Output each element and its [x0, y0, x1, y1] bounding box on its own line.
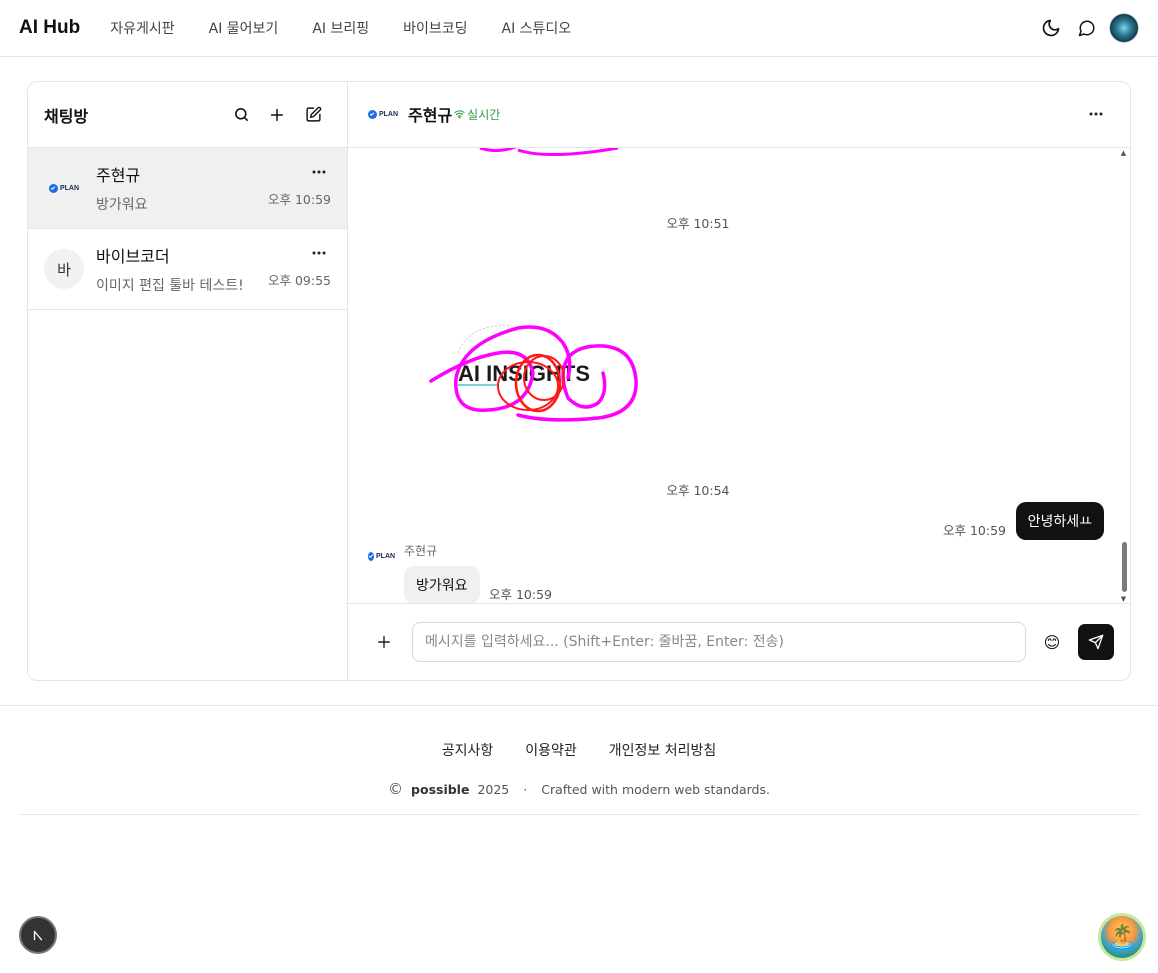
more-horizontal-icon — [1089, 112, 1103, 116]
moon-icon — [1042, 19, 1060, 37]
add-room-button[interactable] — [259, 97, 295, 133]
live-status: 실시간 — [454, 106, 500, 123]
floating-action-button[interactable] — [19, 916, 57, 954]
check-icon — [367, 109, 377, 119]
edit-icon — [305, 106, 321, 122]
copyright-symbol: © — [388, 780, 404, 798]
footer-tagline: Crafted with modern web standards. — [541, 781, 770, 797]
timestamp-divider: 오후 10:54 — [666, 482, 730, 498]
chat-more-button[interactable] — [1078, 96, 1114, 132]
room-avatar-plan: PLAN — [44, 168, 84, 208]
send-icon — [1088, 634, 1104, 650]
chat-area: PLAN 주현규 실시간 오후 10:51 AI INSIGHTS 오후 10:… — [348, 82, 1130, 680]
plan-logo-text: PLAN — [378, 110, 399, 118]
sidebar-header: 채팅방 — [28, 82, 347, 148]
footer-link-terms[interactable]: 이용약관 — [525, 740, 577, 760]
room-time: 오후 09:55 — [268, 273, 331, 288]
sketch-image-partial[interactable] — [468, 147, 628, 160]
plan-logo: PLAN — [48, 183, 80, 193]
live-status-label: 실시간 — [467, 107, 501, 122]
chat-button[interactable] — [1069, 10, 1105, 46]
chat-bubble-icon — [1078, 20, 1095, 37]
outgoing-message: 안녕하세ㅛ — [1015, 501, 1104, 540]
plan-logo: PLAN — [368, 551, 396, 561]
company-name: possible — [411, 781, 470, 797]
nav-actions — [1033, 10, 1139, 46]
scroll-up-arrow-icon[interactable]: ▲ — [1120, 149, 1127, 157]
room-more-button[interactable] — [305, 162, 333, 182]
nav-link-free-board[interactable]: 자유게시판 — [110, 18, 174, 38]
outgoing-time: 오후 10:59 — [943, 522, 1006, 538]
palm-island-icon: 🏝️ — [1107, 923, 1137, 951]
chat-panel: 채팅방 PLAN 주현규 방가워요 오후 10:59 바 바이브코더 이미지 편… — [27, 81, 1131, 681]
footer-copyright: © possible 2025 · Crafted with modern we… — [0, 780, 1158, 798]
arrow-up-left-icon — [33, 930, 43, 941]
incoming-message: 방가워요 — [404, 565, 480, 604]
smile-icon: 😊 — [1043, 632, 1061, 652]
search-button[interactable] — [223, 97, 259, 133]
wifi-icon — [454, 110, 465, 119]
nav-link-ask-ai[interactable]: AI 물어보기 — [209, 18, 279, 38]
attach-button[interactable] — [366, 624, 402, 660]
plus-icon — [378, 636, 390, 649]
dark-mode-toggle[interactable] — [1033, 10, 1069, 46]
room-more-button[interactable] — [305, 243, 333, 263]
nav-link-vibe-coding[interactable]: 바이브코딩 — [403, 18, 467, 38]
copyright-year: 2025 — [477, 781, 510, 797]
scroll-down-arrow-icon[interactable]: ▼ — [1120, 595, 1127, 603]
incoming-time: 오후 10:59 — [489, 586, 552, 602]
room-name: 바이브코더 — [96, 247, 170, 266]
room-item-juhyungyu[interactable]: PLAN 주현규 방가워요 오후 10:59 — [28, 148, 347, 229]
incoming-sender: 주현규 — [404, 543, 438, 558]
nav-links: 자유게시판 AI 물어보기 AI 브리핑 바이브코딩 AI 스튜디오 — [110, 18, 605, 38]
check-icon — [368, 551, 374, 561]
chat-title: 주현규 — [408, 106, 453, 126]
message-list[interactable]: 오후 10:51 AI INSIGHTS 오후 10:54 오후 10:59 안… — [348, 147, 1130, 604]
plus-icon — [270, 108, 284, 121]
sketch-image[interactable]: AI INSIGHTS — [428, 318, 648, 433]
message-input[interactable] — [412, 622, 1026, 663]
scrollbar-thumb[interactable] — [1122, 541, 1127, 592]
footer-separator: · — [523, 781, 528, 797]
chat-header: PLAN 주현규 실시간 — [348, 82, 1130, 148]
room-avatar-letter: 바 — [44, 249, 84, 289]
plan-logo: PLAN — [367, 109, 399, 119]
more-horizontal-icon — [312, 170, 326, 174]
plan-logo-text: PLAN — [59, 184, 80, 192]
user-avatar[interactable] — [1109, 13, 1139, 43]
incoming-avatar: PLAN — [368, 551, 396, 572]
chat-room-sidebar: 채팅방 PLAN 주현규 방가워요 오후 10:59 바 바이브코더 이미지 편… — [28, 82, 348, 680]
brand-logo[interactable]: AI Hub — [19, 17, 80, 39]
message-composer: 😊 — [348, 603, 1130, 680]
plan-logo-text: PLAN — [376, 552, 396, 560]
footer-divider — [19, 814, 1139, 815]
top-nav: AI Hub 자유게시판 AI 물어보기 AI 브리핑 바이브코딩 AI 스튜디… — [0, 0, 1158, 57]
more-horizontal-icon — [312, 251, 326, 255]
timestamp-divider: 오후 10:51 — [666, 215, 730, 231]
room-name: 주현규 — [96, 166, 141, 185]
chat-avatar-plan: PLAN — [367, 99, 399, 129]
footer: 공지사항 이용약관 개인정보 처리방침 © possible 2025 · Cr… — [0, 705, 1158, 815]
compose-button[interactable] — [295, 97, 331, 133]
footer-link-notice[interactable]: 공지사항 — [442, 740, 494, 760]
nav-link-ai-briefing[interactable]: AI 브리핑 — [312, 18, 369, 38]
nav-link-ai-studio[interactable]: AI 스튜디오 — [502, 18, 572, 38]
sidebar-title: 채팅방 — [44, 106, 89, 126]
room-item-vibecoder[interactable]: 바 바이브코더 이미지 편집 툴바 테스트! 오후 09:55 — [28, 229, 347, 310]
sidebar-actions — [223, 97, 331, 133]
assistant-bubble-button[interactable]: 🏝️ — [1098, 913, 1146, 961]
room-time: 오후 10:59 — [268, 192, 331, 207]
send-button[interactable] — [1078, 624, 1114, 661]
footer-links: 공지사항 이용약관 개인정보 처리방침 — [0, 740, 1158, 760]
search-icon — [234, 108, 248, 121]
check-icon — [48, 183, 58, 193]
scrollbar[interactable]: ▲ ▼ — [1120, 148, 1128, 603]
emoji-button[interactable]: 😊 — [1026, 624, 1078, 660]
footer-link-privacy[interactable]: 개인정보 처리방침 — [609, 740, 717, 760]
